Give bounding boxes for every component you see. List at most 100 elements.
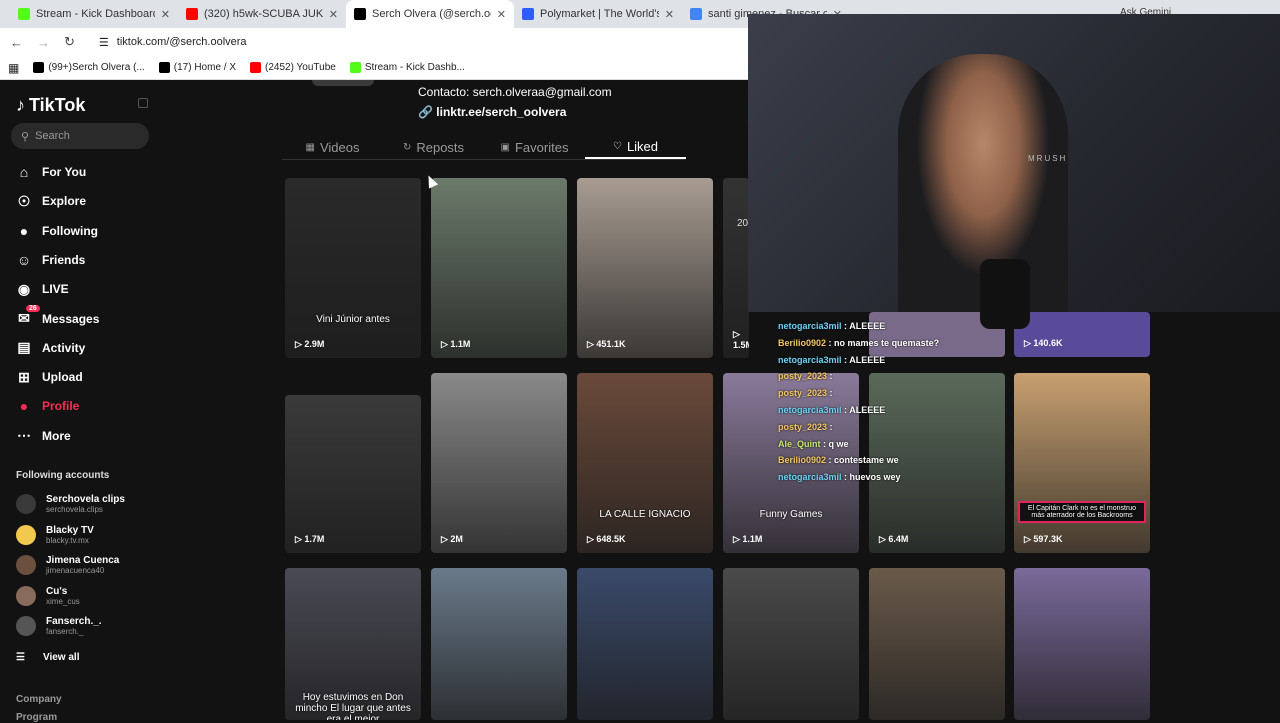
sidebar-item-label: Friends [42, 252, 86, 267]
video-tile[interactable]: Vini Júnior antes ▷ 2.9M [285, 178, 421, 358]
sidebar-item-live[interactable]: ◉ LIVE [16, 281, 69, 297]
sidebar-item-label: Following [42, 223, 98, 238]
tab-icon: ▦ [305, 142, 315, 153]
company-link[interactable]: Company [16, 694, 62, 705]
profile-link[interactable]: 🔗 linktr.ee/serch_oolvera [418, 105, 566, 119]
video-tile[interactable]: ▷ 1.5M 20 [723, 178, 749, 358]
tiktok-logo[interactable]: ♪ TikTok [16, 95, 85, 116]
video-tile[interactable]: ▷ 1.1M [431, 178, 567, 358]
back-icon[interactable]: ← [10, 35, 23, 50]
browser-tab[interactable]: Serch Olvera (@serch.oolvera) ✕ [346, 0, 514, 28]
sidebar-item-messages[interactable]: ✉ 26 Messages [16, 304, 100, 327]
video-tile[interactable] [577, 568, 713, 720]
tab-title: Stream - Kick Dashboard [36, 8, 155, 20]
tab-liked[interactable]: ♡ Liked [585, 136, 686, 159]
tab-favorites[interactable]: ▣ Favorites [484, 136, 585, 159]
video-tile[interactable]: Hoy estuvimos en Don mincho El lugar que… [285, 568, 421, 720]
avatar [16, 616, 36, 636]
bookmark-item[interactable]: (17) Home / X [158, 62, 236, 73]
site-info-icon[interactable]: ☰ [99, 36, 109, 49]
profile-tabs: ▦ Videos ↻ Reposts ▣ Favorites ♡ Liked [282, 136, 686, 160]
play-icon: ▷ [295, 534, 305, 544]
forward-icon[interactable]: → [37, 35, 50, 50]
video-tile[interactable]: ▷ 140.6K [1014, 312, 1150, 357]
home-icon: ⌂ [19, 164, 29, 180]
tab-reposts[interactable]: ↻ Reposts [383, 136, 484, 159]
close-tab-icon[interactable]: ✕ [161, 8, 170, 21]
collapse-sidebar-icon[interactable] [138, 98, 148, 108]
following-account-item[interactable]: Serchovela clips serchovela.clips [16, 494, 125, 514]
video-tile[interactable] [723, 568, 859, 720]
tiktok-sidebar: ♪ TikTok ⚲ Search ⌂ For You ☉ Explore ● Follo… [0, 80, 160, 723]
avatar [16, 524, 36, 545]
following-account-item[interactable]: Jimena Cuenca jimenacuenca40 [16, 555, 119, 575]
tile-partial-label: 20 [737, 218, 749, 229]
following-account-item[interactable]: Cu's xime_cus [16, 585, 80, 606]
video-tile[interactable]: LA CALLE IGNACIO ▷ 648.5K [577, 373, 713, 553]
tab-videos[interactable]: ▦ Videos [282, 136, 383, 159]
video-tile[interactable]: ▷ 2M [431, 373, 567, 553]
webcam-overlay: MRUSH [748, 14, 1280, 329]
bookmark-item[interactable]: (2452) YouTube [250, 62, 336, 73]
video-tile[interactable] [431, 568, 567, 720]
chat-text: : ALEEEE [844, 354, 886, 365]
chat-username: posty_2023 [778, 421, 828, 432]
program-link[interactable]: Program [16, 712, 57, 723]
video-tile[interactable]: El Capitán Clark no es el monstruo más a… [1014, 373, 1150, 553]
stream-chat-overlay: netogarcia3mil : ALEEEE Berilio0902 : no … [778, 318, 948, 486]
video-caption: Vini Júnior antes [316, 314, 390, 325]
search-icon: ⚲ [21, 130, 30, 143]
browser-tab[interactable]: Polymarket | The World's Large ✕ [514, 0, 682, 28]
video-caption: El Capitán Clark no es el monstruo más a… [1018, 501, 1146, 523]
chat-message: netogarcia3mil : ALEEEE [778, 352, 948, 369]
bookmark-item[interactable]: (99+)Serch Olvera (... [33, 62, 145, 73]
chat-message: Berilio0902 : no mames te quemaste? [778, 335, 948, 352]
sidebar-item-following[interactable]: ● Following [16, 223, 98, 239]
video-tile[interactable]: ▷ 451.1K [577, 178, 713, 358]
sidebar-item-upload[interactable]: ⊞ Upload [16, 369, 83, 385]
reload-icon[interactable]: ↻ [64, 34, 75, 50]
bookmark-favicon-icon [158, 62, 170, 73]
sidebar-item-label: Explore [42, 194, 87, 209]
sidebar-item-for-you[interactable]: ⌂ For You [16, 164, 86, 180]
sidebar-item-friends[interactable]: ☺ Friends [16, 251, 86, 268]
tab-icon: ▣ [500, 142, 510, 153]
view-count: ▷ 140.6K [1024, 338, 1063, 348]
video-tile[interactable] [1014, 568, 1150, 720]
following-account-item[interactable]: Fanserch._. fanserch._ [16, 616, 102, 636]
close-tab-icon[interactable]: ✕ [329, 8, 338, 21]
account-name: Blacky TV [46, 524, 94, 536]
view-count: ▷ 1.1M [441, 339, 471, 349]
sidebar-item-label: Messages [42, 311, 100, 326]
close-tab-icon[interactable]: ✕ [665, 8, 674, 21]
sidebar-item-activity[interactable]: ▤ Activity [16, 339, 85, 356]
play-icon: ▷ [587, 339, 597, 349]
sidebar-item-explore[interactable]: ☉ Explore [16, 193, 86, 209]
close-tab-icon[interactable]: ✕ [497, 8, 506, 21]
account-name: Serchovela clips [46, 494, 125, 505]
search-input[interactable]: ⚲ Search [11, 123, 149, 149]
bookmark-item[interactable]: Stream - Kick Dashb... [349, 62, 465, 73]
address-bar[interactable]: ☰ tiktok.com/@serch.oolvera [99, 36, 247, 49]
profile-avatar[interactable] [312, 80, 374, 86]
account-handle: fanserch._ [46, 627, 84, 636]
sidebar-item-more[interactable]: ⋯ More [16, 427, 71, 444]
video-tile[interactable] [869, 568, 1005, 720]
sidebar-item-label: More [42, 428, 71, 443]
video-tile[interactable]: ▷ 1.7M [285, 395, 421, 553]
apps-grid-icon[interactable]: ▦ [8, 61, 19, 75]
view-count: ▷ 597.3K [1024, 534, 1063, 544]
browser-tab[interactable]: (320) h5wk-SCUBA JUKE(IT STA ✕ [178, 0, 346, 28]
sidebar-item-profile[interactable]: ● Profile [16, 398, 80, 414]
friends-icon: ☺ [16, 251, 32, 268]
browser-tab[interactable]: Stream - Kick Dashboard ✕ [10, 0, 178, 28]
tab-title: Serch Olvera (@serch.oolvera) [372, 8, 491, 20]
chat-username: netogarcia3mil [778, 472, 842, 483]
sidebar-item-label: Upload [42, 370, 83, 385]
view-all-button[interactable]: ☰ View all [16, 652, 79, 663]
following-account-item[interactable]: Blacky TV blacky.tv.mx [16, 524, 94, 545]
list-icon: ☰ [16, 652, 25, 663]
chat-text: : [829, 371, 833, 382]
chat-message: Ale_Quint : q we [778, 436, 948, 453]
tab-icon: ♡ [612, 141, 622, 152]
